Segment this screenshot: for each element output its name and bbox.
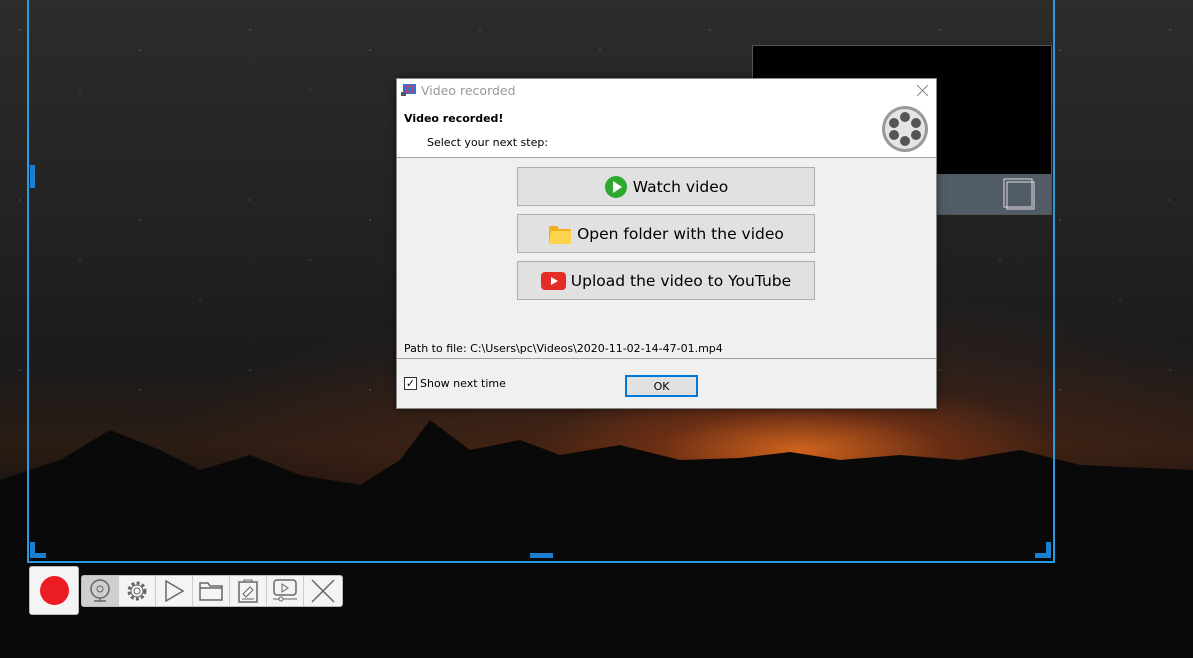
title-bar: Video recorded — [397, 79, 936, 101]
open-folder-button[interactable]: Open folder with the video — [517, 214, 815, 253]
video-upload-icon — [273, 579, 297, 602]
upload-youtube-button[interactable]: Upload the video to YouTube — [517, 261, 815, 300]
folder-icon — [549, 225, 572, 244]
ok-button[interactable]: OK — [625, 375, 698, 397]
resize-handle-left[interactable] — [30, 165, 35, 188]
folder-icon — [199, 582, 223, 601]
settings-button[interactable] — [119, 576, 156, 606]
film-reel-icon — [882, 106, 928, 152]
dialog-title: Video recorded — [421, 82, 516, 98]
close-icon[interactable] — [917, 85, 928, 96]
gear-icon — [127, 581, 147, 601]
dialog-subheading: Select your next step: — [427, 136, 549, 149]
show-next-time-checkbox[interactable]: ✓ Show next time — [404, 377, 506, 390]
edit-button[interactable] — [230, 576, 267, 606]
youtube-icon — [540, 271, 566, 290]
open-folder-toolbar-button[interactable] — [193, 576, 230, 606]
watch-video-button[interactable]: Watch video — [517, 167, 815, 206]
record-button[interactable] — [29, 566, 79, 615]
dialog-heading: Video recorded! — [404, 112, 504, 125]
video-recorded-dialog: Video recorded Video recorded! Select yo… — [396, 78, 937, 409]
checkbox-checked-icon[interactable]: ✓ — [404, 377, 417, 390]
resize-handle-bottom-right-h[interactable] — [1035, 553, 1051, 558]
close-icon — [310, 579, 335, 603]
clipboard-eraser-icon — [238, 579, 258, 603]
play-circle-icon — [604, 175, 627, 198]
resize-handle-bottom-left-h[interactable] — [30, 553, 46, 558]
resize-handle-bottom[interactable] — [530, 553, 553, 558]
button-label: Watch video — [632, 177, 729, 196]
youtube-upload-button[interactable] — [267, 576, 304, 606]
recorder-toolbar — [81, 575, 343, 607]
play-button[interactable] — [156, 576, 193, 606]
webcam-button[interactable] — [82, 576, 119, 606]
checkbox-label: Show next time — [420, 377, 506, 390]
button-label: Upload the video to YouTube — [570, 271, 792, 290]
dialog-header: Video recorded! Select your next step: — [397, 101, 936, 158]
fullscreen-icon[interactable] — [1003, 178, 1035, 210]
record-icon — [39, 576, 69, 605]
webcam-icon — [90, 579, 110, 602]
play-icon — [165, 579, 185, 603]
app-icon — [401, 84, 416, 96]
divider — [397, 358, 936, 359]
button-label: Open folder with the video — [577, 224, 784, 243]
file-path: Path to file: C:\Users\pc\Videos\2020-11… — [404, 342, 723, 355]
close-toolbar-button[interactable] — [304, 576, 341, 606]
